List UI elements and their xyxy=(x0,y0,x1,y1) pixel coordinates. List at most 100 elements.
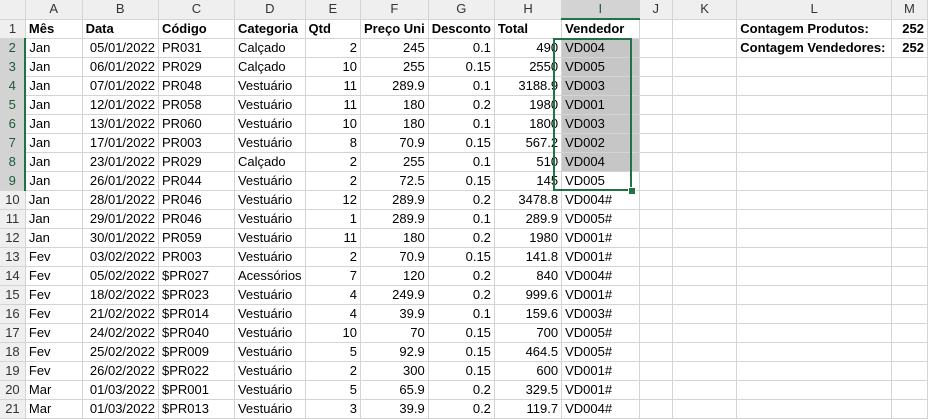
cell-c7[interactable]: PR003 xyxy=(158,133,235,153)
cell-k5[interactable] xyxy=(672,95,738,115)
cell-k15[interactable] xyxy=(672,285,738,305)
cell-h20[interactable]: 329.5 xyxy=(494,380,563,400)
cell-i21[interactable]: VD004# xyxy=(561,399,640,419)
cell-c21[interactable]: $PR013 xyxy=(158,399,235,419)
cell-e21[interactable]: 3 xyxy=(305,399,362,419)
cell-d7[interactable]: Vestuário xyxy=(234,133,306,153)
column-header-m[interactable]: M xyxy=(891,0,928,20)
cell-h11[interactable]: 289.9 xyxy=(494,209,563,229)
cell-m5[interactable] xyxy=(891,95,928,115)
cell-l18[interactable] xyxy=(736,342,892,362)
cell-e2[interactable]: 2 xyxy=(305,38,362,58)
cell-d1[interactable]: Categoria xyxy=(234,19,306,39)
cell-a11[interactable]: Jan xyxy=(25,209,83,229)
cell-f16[interactable]: 39.9 xyxy=(360,304,429,324)
cell-k9[interactable] xyxy=(672,171,738,191)
row-header-6[interactable]: 6 xyxy=(0,114,27,134)
cell-e14[interactable]: 7 xyxy=(305,266,362,286)
cell-f2[interactable]: 245 xyxy=(360,38,429,58)
cell-i5[interactable]: VD001 xyxy=(561,95,640,115)
cell-h8[interactable]: 510 xyxy=(494,152,563,172)
cell-e13[interactable]: 2 xyxy=(305,247,362,267)
cell-l9[interactable] xyxy=(736,171,892,191)
cell-d8[interactable]: Calçado xyxy=(234,152,306,172)
cell-b19[interactable]: 26/02/2022 xyxy=(82,361,159,381)
cell-j3[interactable] xyxy=(639,57,673,77)
cell-f9[interactable]: 72.5 xyxy=(360,171,429,191)
cell-h21[interactable]: 119.7 xyxy=(494,399,563,419)
cell-a13[interactable]: Fev xyxy=(25,247,83,267)
cell-k2[interactable] xyxy=(672,38,738,58)
cell-m16[interactable] xyxy=(891,304,928,324)
cell-b1[interactable]: Data xyxy=(82,19,159,39)
cell-b16[interactable]: 21/02/2022 xyxy=(82,304,159,324)
row-header-18[interactable]: 18 xyxy=(0,342,26,362)
cell-l17[interactable] xyxy=(736,323,892,343)
cell-m3[interactable] xyxy=(891,57,928,77)
cell-c1[interactable]: Código xyxy=(158,19,235,39)
cell-k16[interactable] xyxy=(672,304,738,324)
cell-m19[interactable] xyxy=(891,361,928,381)
cell-m6[interactable] xyxy=(891,114,928,134)
cell-d5[interactable]: Vestuário xyxy=(234,95,306,115)
cell-e4[interactable]: 11 xyxy=(305,76,362,96)
cell-j16[interactable] xyxy=(639,304,673,324)
row-header-14[interactable]: 14 xyxy=(0,266,26,286)
cell-h13[interactable]: 141.8 xyxy=(494,247,563,267)
cell-j18[interactable] xyxy=(639,342,673,362)
cell-f11[interactable]: 289.9 xyxy=(360,209,429,229)
cell-c5[interactable]: PR058 xyxy=(158,95,235,115)
row-header-17[interactable]: 17 xyxy=(0,323,26,343)
column-header-i[interactable]: I xyxy=(561,0,640,20)
cell-c14[interactable]: $PR027 xyxy=(158,266,235,286)
cell-g19[interactable]: 0.15 xyxy=(428,361,495,381)
cell-d16[interactable]: Vestuário xyxy=(234,304,306,324)
cell-b11[interactable]: 29/01/2022 xyxy=(82,209,159,229)
cell-b8[interactable]: 23/01/2022 xyxy=(82,152,159,172)
cell-h6[interactable]: 1800 xyxy=(494,114,563,134)
cell-i19[interactable]: VD001# xyxy=(561,361,640,381)
cell-b5[interactable]: 12/01/2022 xyxy=(82,95,159,115)
cell-c17[interactable]: $PR040 xyxy=(158,323,235,343)
cell-c4[interactable]: PR048 xyxy=(158,76,235,96)
row-header-7[interactable]: 7 xyxy=(0,133,27,153)
cell-a19[interactable]: Fev xyxy=(25,361,83,381)
cell-f6[interactable]: 180 xyxy=(360,114,429,134)
cell-c19[interactable]: $PR022 xyxy=(158,361,235,381)
cell-f1[interactable]: Preço Uni xyxy=(360,19,429,39)
column-header-l[interactable]: L xyxy=(736,0,892,20)
cell-e6[interactable]: 10 xyxy=(305,114,362,134)
cell-m13[interactable] xyxy=(891,247,928,267)
cell-a21[interactable]: Mar xyxy=(25,399,83,419)
cell-d19[interactable]: Vestuário xyxy=(234,361,306,381)
cell-h14[interactable]: 840 xyxy=(494,266,563,286)
cell-e9[interactable]: 2 xyxy=(305,171,362,191)
cell-i18[interactable]: VD005# xyxy=(561,342,640,362)
cell-g10[interactable]: 0.2 xyxy=(428,190,495,210)
cell-d21[interactable]: Vestuário xyxy=(234,399,306,419)
cell-m20[interactable] xyxy=(891,380,928,400)
column-header-h[interactable]: H xyxy=(494,0,563,20)
cell-k6[interactable] xyxy=(672,114,738,134)
fill-handle[interactable] xyxy=(628,187,636,195)
cell-i7[interactable]: VD002 xyxy=(561,133,640,153)
cell-k7[interactable] xyxy=(672,133,738,153)
cell-m8[interactable] xyxy=(891,152,928,172)
column-header-j[interactable]: J xyxy=(639,0,673,20)
cell-a20[interactable]: Mar xyxy=(25,380,83,400)
row-header-15[interactable]: 15 xyxy=(0,285,26,305)
cell-j2[interactable] xyxy=(639,38,673,58)
column-header-g[interactable]: G xyxy=(428,0,495,20)
cell-l13[interactable] xyxy=(736,247,892,267)
cell-a18[interactable]: Fev xyxy=(25,342,83,362)
cell-i12[interactable]: VD001# xyxy=(561,228,640,248)
cell-j9[interactable] xyxy=(639,171,673,191)
cell-m9[interactable] xyxy=(891,171,928,191)
cell-m18[interactable] xyxy=(891,342,928,362)
cell-b12[interactable]: 30/01/2022 xyxy=(82,228,159,248)
cell-l5[interactable] xyxy=(736,95,892,115)
cell-f20[interactable]: 65.9 xyxy=(360,380,429,400)
cell-j12[interactable] xyxy=(639,228,673,248)
cell-f18[interactable]: 92.9 xyxy=(360,342,429,362)
cell-j19[interactable] xyxy=(639,361,673,381)
